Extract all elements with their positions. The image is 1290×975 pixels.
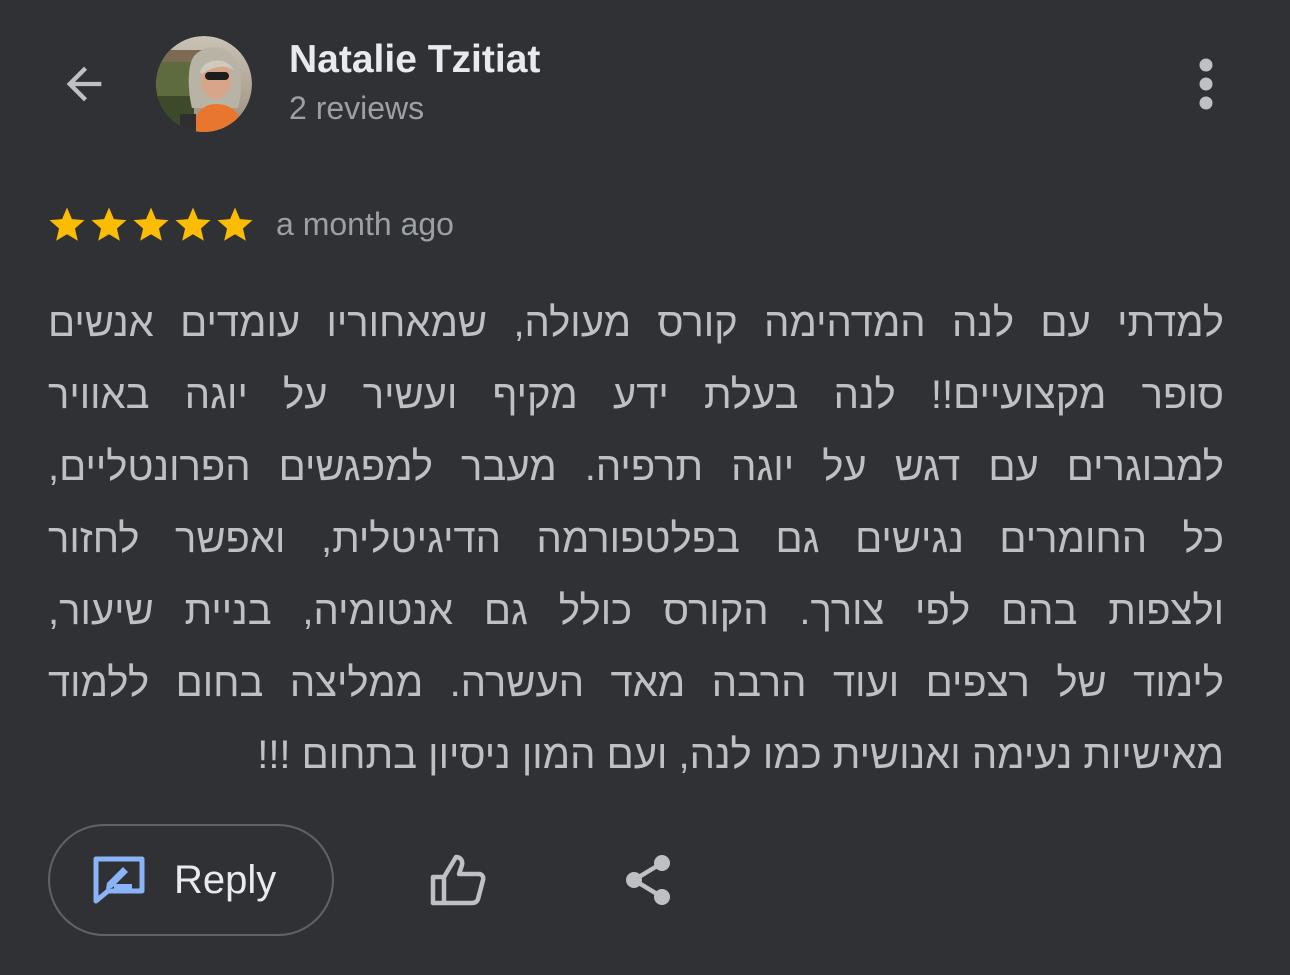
review-text-line: כל החומרים נגישים גם בפלטפורמה הדיגיטלית…: [48, 517, 1224, 561]
reply-button[interactable]: Reply: [48, 824, 334, 936]
back-button[interactable]: [52, 52, 116, 116]
like-button[interactable]: [420, 844, 496, 916]
star-rating: [46, 203, 256, 247]
review-text-line: סופר מקצועיים!! לנה בעלת ידע מקיף ועשיר …: [48, 373, 1224, 417]
star-icon: [217, 207, 253, 241]
review-text-line: מאישיות נעימה ואנושית כמו לנה, ועם המון …: [257, 733, 1224, 777]
review-text-line: ולצפות בהם לפי צורך. הקורס כולל גם אנטומ…: [48, 589, 1224, 633]
share-button[interactable]: [612, 844, 684, 916]
star-icon: [49, 207, 85, 241]
share-icon: [626, 855, 670, 905]
review-text-line: לימוד של רצפים ועוד הרבה מאד העשרה. ממלי…: [48, 661, 1224, 705]
more-vert-icon: [1199, 58, 1213, 110]
reply-edit-icon: [92, 855, 146, 905]
author-name[interactable]: Natalie Tzitiat: [289, 38, 540, 82]
review-time: a month ago: [276, 206, 454, 242]
review-text-line: למדתי עם לנה המדהימה קורס מעולה, שמאחורי…: [48, 301, 1224, 345]
user-photo-avatar: [156, 36, 252, 132]
arrow-left-icon: [66, 66, 102, 102]
reply-label: Reply: [174, 857, 277, 902]
review-text: למדתי עם לנה המדהימה קורס מעולה, שמאחורי…: [48, 287, 1224, 791]
review-text-line: למבוגרים עם דגש על יוגה תרפיה. מעבר למפג…: [48, 445, 1224, 489]
star-icon: [175, 207, 211, 241]
review-count: 2 reviews: [289, 90, 425, 126]
avatar[interactable]: [156, 36, 252, 132]
star-icon: [91, 207, 127, 241]
more-options-button[interactable]: [1180, 52, 1232, 116]
thumb-up-icon: [430, 854, 486, 906]
star-icon: [133, 207, 169, 241]
